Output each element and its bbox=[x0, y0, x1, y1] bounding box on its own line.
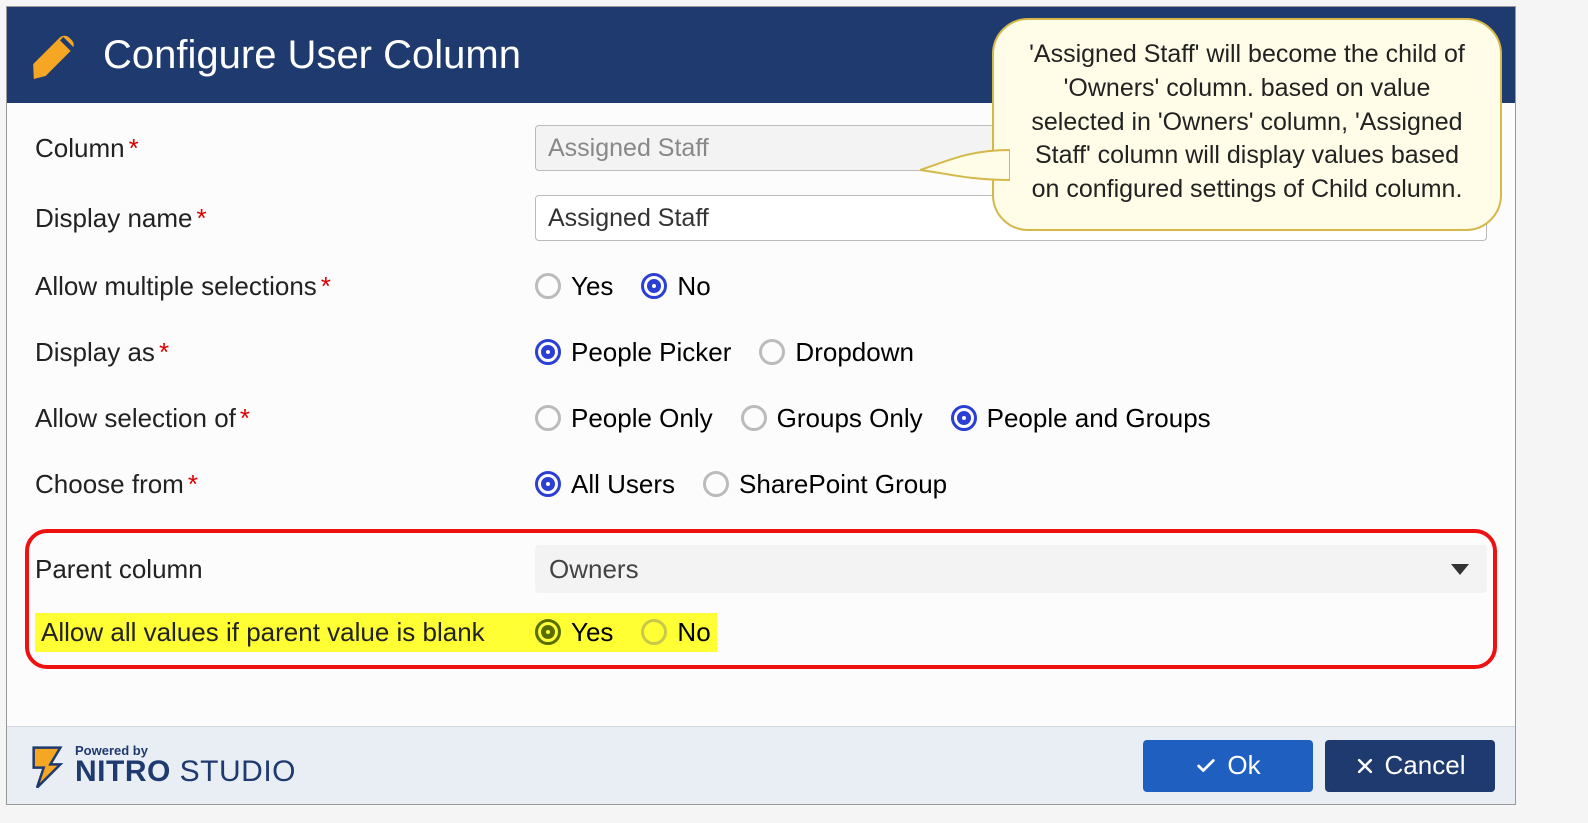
radio-icon bbox=[759, 339, 785, 365]
radio-icon bbox=[535, 273, 561, 299]
radio-icon bbox=[641, 273, 667, 299]
radio-icon bbox=[703, 471, 729, 497]
callout-tail-icon bbox=[920, 140, 1010, 190]
radio-label: No bbox=[677, 617, 710, 648]
radio-label: All Users bbox=[571, 469, 675, 500]
radio-people-and-groups[interactable]: People and Groups bbox=[951, 403, 1211, 434]
callout-text: 'Assigned Staff' will become the child o… bbox=[1029, 40, 1465, 203]
label-parent-column: Parent column bbox=[35, 554, 535, 585]
radio-allow-multiple-no[interactable]: No bbox=[641, 271, 710, 302]
required-asterisk: * bbox=[188, 469, 198, 499]
cancel-button[interactable]: Cancel bbox=[1325, 740, 1495, 792]
label-column: Column* bbox=[35, 133, 535, 164]
required-asterisk: * bbox=[129, 133, 139, 163]
highlight-span: Allow all values if parent value is blan… bbox=[35, 613, 717, 652]
radio-label: Yes bbox=[571, 271, 613, 302]
annotation-callout: 'Assigned Staff' will become the child o… bbox=[992, 18, 1502, 231]
button-label: Cancel bbox=[1385, 750, 1466, 781]
label-choose-from: Choose from* bbox=[35, 469, 535, 500]
button-label: Ok bbox=[1227, 750, 1260, 781]
row-allow-selection-of: Allow selection of* People Only Groups O… bbox=[35, 397, 1487, 439]
radio-label: People Picker bbox=[571, 337, 731, 368]
required-asterisk: * bbox=[321, 271, 331, 301]
dialog-footer: Powered by NITRO STUDIO Ok Cancel bbox=[7, 726, 1515, 804]
row-choose-from: Choose from* All Users SharePoint Group bbox=[35, 463, 1487, 505]
row-display-as: Display as* People Picker Dropdown bbox=[35, 331, 1487, 373]
row-allow-all-if-blank: Allow all values if parent value is blan… bbox=[35, 611, 1487, 653]
radio-groups-only[interactable]: Groups Only bbox=[741, 403, 923, 434]
radio-label: SharePoint Group bbox=[739, 469, 947, 500]
parent-column-select[interactable]: Owners bbox=[535, 545, 1487, 593]
radio-sharepoint-group[interactable]: SharePoint Group bbox=[703, 469, 947, 500]
radio-label: People Only bbox=[571, 403, 713, 434]
brand-logo: Powered by NITRO STUDIO bbox=[27, 744, 296, 788]
radio-all-users[interactable]: All Users bbox=[535, 469, 675, 500]
radio-icon bbox=[951, 405, 977, 431]
label-display-name: Display name* bbox=[35, 203, 535, 234]
label-allow-multiple: Allow multiple selections* bbox=[35, 271, 535, 302]
required-asterisk: * bbox=[159, 337, 169, 367]
check-icon bbox=[1195, 755, 1217, 777]
ok-button[interactable]: Ok bbox=[1143, 740, 1313, 792]
radio-icon bbox=[741, 405, 767, 431]
radio-label: No bbox=[677, 271, 710, 302]
label-allow-all-if-blank: Allow all values if parent value is blan… bbox=[41, 617, 535, 648]
required-asterisk: * bbox=[197, 203, 207, 233]
row-parent-column: Parent column Owners bbox=[35, 545, 1487, 593]
brand-name: NITRO STUDIO bbox=[75, 757, 296, 787]
radio-icon bbox=[641, 619, 667, 645]
required-asterisk: * bbox=[240, 403, 250, 433]
select-value: Owners bbox=[549, 554, 639, 585]
radio-people-only[interactable]: People Only bbox=[535, 403, 713, 434]
radio-label: Dropdown bbox=[795, 337, 914, 368]
radio-display-as-dropdown[interactable]: Dropdown bbox=[759, 337, 914, 368]
radio-allow-all-no[interactable]: No bbox=[641, 617, 710, 648]
radio-allow-multiple-yes[interactable]: Yes bbox=[535, 271, 613, 302]
radio-label: Yes bbox=[571, 617, 613, 648]
label-allow-selection-of: Allow selection of* bbox=[35, 403, 535, 434]
radio-display-as-people-picker[interactable]: People Picker bbox=[535, 337, 731, 368]
parent-column-highlight-group: Parent column Owners Allow all values if… bbox=[25, 529, 1497, 669]
dialog-title: Configure User Column bbox=[103, 33, 521, 78]
label-display-as: Display as* bbox=[35, 337, 535, 368]
radio-icon bbox=[535, 471, 561, 497]
radio-icon bbox=[535, 339, 561, 365]
pencil-icon bbox=[29, 27, 85, 83]
radio-icon bbox=[535, 405, 561, 431]
radio-label: People and Groups bbox=[987, 403, 1211, 434]
chevron-down-icon bbox=[1451, 564, 1469, 575]
row-allow-multiple: Allow multiple selections* Yes No bbox=[35, 265, 1487, 307]
radio-allow-all-yes[interactable]: Yes bbox=[535, 617, 613, 648]
close-icon bbox=[1355, 756, 1375, 776]
bolt-icon bbox=[27, 744, 67, 788]
radio-icon bbox=[535, 619, 561, 645]
radio-label: Groups Only bbox=[777, 403, 923, 434]
